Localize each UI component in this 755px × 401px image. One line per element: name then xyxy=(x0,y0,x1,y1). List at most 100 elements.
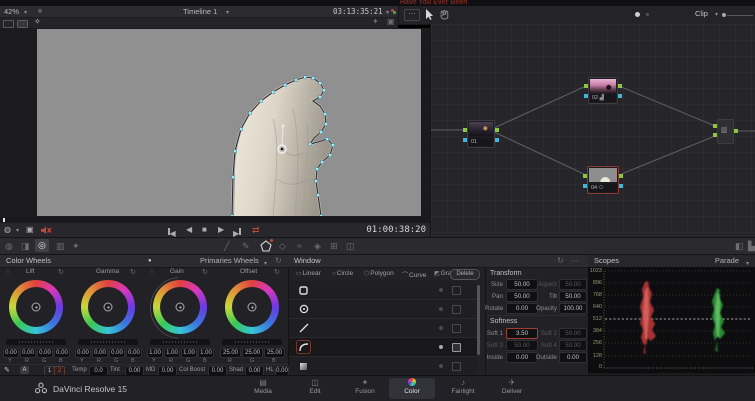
gain-r-value[interactable]: 1.00 xyxy=(164,348,180,358)
reset-icon[interactable]: ↻ xyxy=(275,255,282,267)
soft4-value[interactable]: 50.00 xyxy=(559,340,587,351)
color-match-icon[interactable]: ◨ xyxy=(21,238,30,254)
unmix-icon[interactable]: ◍ xyxy=(4,223,11,237)
gain-g-value[interactable]: 1.00 xyxy=(181,348,197,358)
scope-mode-select[interactable]: Parade xyxy=(715,255,739,267)
panel-options-menu[interactable]: ⋯ xyxy=(571,255,579,267)
window-row-curve-selected[interactable] xyxy=(289,338,477,357)
record-timecode[interactable]: 01:00:38:20 xyxy=(366,225,426,235)
key-output-port[interactable] xyxy=(619,184,623,188)
chevron-down-icon[interactable]: ▾ xyxy=(24,9,27,16)
node-01[interactable]: 01 xyxy=(463,120,499,148)
node-zoom-slider[interactable] xyxy=(727,15,753,16)
gamma-y-value[interactable]: 0.00 xyxy=(75,348,91,358)
node-page-dot-active[interactable] xyxy=(635,12,640,17)
toggle-square[interactable] xyxy=(452,362,461,371)
window-row-gradient[interactable] xyxy=(289,357,477,374)
toggle-dot[interactable] xyxy=(439,364,443,368)
window-icon[interactable] xyxy=(259,239,273,253)
polygon-window-button[interactable]: ⬡Polygon xyxy=(364,270,394,277)
split-screen-icon[interactable]: ◧ xyxy=(735,238,744,254)
source-timecode[interactable]: 03:13:35:21 xyxy=(333,7,383,16)
chevron-down-icon[interactable]: ▾ xyxy=(386,9,389,16)
outside-value[interactable]: 0.00 xyxy=(559,352,587,363)
node-zoom-slider-handle[interactable] xyxy=(722,13,726,17)
stereo-3d-icon[interactable]: ◫ xyxy=(346,238,355,254)
curve-window-button[interactable]: ⌒Curve xyxy=(402,270,426,279)
camera-icon[interactable]: ▣ xyxy=(26,223,34,237)
hand-tool-icon[interactable] xyxy=(438,9,450,21)
toggle-square[interactable] xyxy=(452,324,461,333)
toggle-dot[interactable] xyxy=(439,307,443,311)
lift-wheel[interactable] xyxy=(9,280,63,334)
gain-master-slider[interactable] xyxy=(150,339,210,345)
toggle-square[interactable] xyxy=(452,305,461,314)
page-dots[interactable]: ● · · xyxy=(148,255,159,267)
tilt-value[interactable]: 50.00 xyxy=(559,291,587,302)
toggle-square[interactable] xyxy=(452,286,461,295)
key-output-port[interactable] xyxy=(618,94,622,98)
toggle-dot[interactable] xyxy=(439,345,443,349)
key-input-port[interactable] xyxy=(583,184,587,188)
bypass-grades-icon[interactable]: ✧ xyxy=(34,17,41,26)
rgb-output-port[interactable] xyxy=(734,129,738,133)
gain-y-value[interactable]: 1.00 xyxy=(147,348,163,358)
toggle-square[interactable] xyxy=(452,343,461,352)
circle-window-button[interactable]: ○Circle xyxy=(332,270,353,277)
parade-scope[interactable]: 1023 896 768 640 512 384 256 128 0 xyxy=(588,267,755,373)
gamma-wheel[interactable] xyxy=(81,280,135,334)
node-graph[interactable]: 01 02 ▟ 04 ⬭ ▥ xyxy=(430,24,755,252)
offset-b-value[interactable]: 25.00 xyxy=(264,348,285,358)
window-row-linear[interactable] xyxy=(289,281,477,300)
offset-r-value[interactable]: 25.00 xyxy=(220,348,241,358)
rgb-input-port[interactable] xyxy=(583,174,587,178)
playhead-tick[interactable] xyxy=(3,218,5,222)
gamma-r-value[interactable]: 0.00 xyxy=(92,348,108,358)
soft3-value[interactable]: 50.00 xyxy=(506,340,538,351)
parallel-mixer-node[interactable]: ▥ xyxy=(713,119,738,144)
window-list-scrollbar[interactable] xyxy=(477,285,480,355)
offset-g-value[interactable]: 25.00 xyxy=(242,348,263,358)
mute-audio-icon[interactable] xyxy=(41,226,52,235)
size-value[interactable]: 50.00 xyxy=(506,279,538,290)
motion-effects-icon[interactable]: ✦ xyxy=(72,238,80,254)
viewer-canvas[interactable] xyxy=(37,29,421,216)
toggle-dot[interactable] xyxy=(439,288,443,292)
chevron-down-icon[interactable]: ▾ xyxy=(715,11,718,18)
pan-value[interactable]: 50.00 xyxy=(506,291,538,302)
sizing-icon[interactable]: ⊞ xyxy=(330,238,338,254)
offset-master-slider[interactable] xyxy=(222,339,282,345)
page-deliver[interactable]: ✈ Deliver xyxy=(489,378,535,399)
lift-b-value[interactable]: 0.00 xyxy=(54,348,70,358)
window-row-polygon[interactable] xyxy=(289,319,477,338)
reset-icon[interactable]: ↻ xyxy=(202,268,208,276)
wipe-mode-icon[interactable] xyxy=(3,20,14,28)
gamma-master-slider[interactable] xyxy=(78,339,138,345)
delete-window-button[interactable]: Delete xyxy=(450,269,480,280)
rgb-mixer-icon[interactable]: ▥ xyxy=(56,238,65,254)
key-input-port[interactable] xyxy=(584,94,588,98)
linear-window-button[interactable]: ▭Linear xyxy=(296,270,321,277)
reset-icon[interactable]: ↻ xyxy=(557,255,564,267)
chevron-down-icon[interactable]: ▾ xyxy=(226,9,229,16)
page-fusion[interactable]: ✦ Fusion xyxy=(342,378,388,399)
step-back-button[interactable]: ◀ xyxy=(186,223,192,237)
rgb-output-port[interactable] xyxy=(619,174,623,178)
stop-button[interactable]: ■ xyxy=(202,223,207,237)
play-button[interactable]: ▶ xyxy=(218,223,224,237)
page-color-active[interactable]: Color xyxy=(389,378,435,399)
loop-playback-button[interactable]: ⇄ xyxy=(252,223,260,237)
node-page-dot[interactable] xyxy=(646,13,649,16)
page-media[interactable]: ▤ Media xyxy=(240,378,286,399)
toggle-dot[interactable] xyxy=(439,326,443,330)
reset-icon[interactable]: ↻ xyxy=(130,268,136,276)
page-edit[interactable]: ◫ Edit xyxy=(292,378,338,399)
gamma-g-value[interactable]: 0.00 xyxy=(109,348,125,358)
key-output-port[interactable] xyxy=(495,138,499,142)
window-row-circle[interactable] xyxy=(289,300,477,319)
node-options-menu[interactable]: ⋯ xyxy=(404,9,420,21)
bypass-indicator-icon[interactable] xyxy=(38,9,42,13)
auto-balance-icon[interactable]: A xyxy=(20,366,29,374)
cursor-tool-icon[interactable] xyxy=(425,9,434,21)
rgb-output-port[interactable] xyxy=(618,84,622,88)
